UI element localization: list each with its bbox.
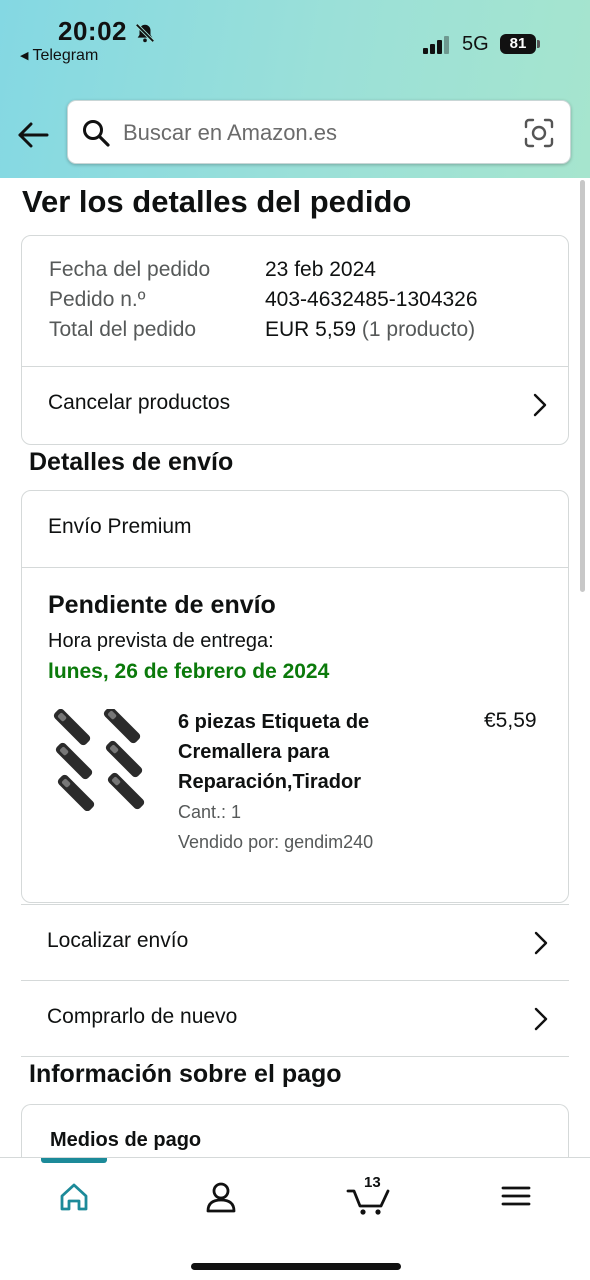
shipping-section-title: Detalles de envío [29,448,234,476]
camera-scan-icon[interactable] [524,118,554,148]
home-icon [60,1183,88,1211]
product-image[interactable] [52,709,152,811]
back-arrow-icon[interactable] [16,118,50,152]
product-title-link[interactable]: 6 piezas Etiqueta de Cremallera para Rep… [178,707,438,797]
search-icon [83,120,110,147]
buy-again-row[interactable]: Comprarlo de nuevo [21,980,569,1056]
header: 20:02 ◀ Telegram 5G 81 [0,0,590,178]
battery-icon: 81 [500,34,540,54]
order-total-amount: EUR 5,59 [265,318,357,341]
bottom-nav: 13 [0,1157,590,1280]
eta-date: lunes, 26 de febrero de 2024 [48,660,330,683]
signal-icon [423,36,449,54]
product-price: €5,59 [484,709,537,732]
chevron-right-icon [534,1007,548,1031]
track-shipment-label: Localizar envío [47,929,189,952]
nav-home[interactable] [45,1174,105,1218]
cart-count-badge: 13 [364,1174,381,1191]
chevron-right-icon [533,393,547,417]
product-quantity: Cant.: 1 [178,802,242,822]
bell-muted-icon [135,23,155,43]
account-icon [206,1182,236,1213]
home-indicator[interactable] [191,1263,401,1270]
nav-cart[interactable]: 13 [342,1174,402,1218]
track-shipment-row[interactable]: Localizar envío [21,904,569,980]
network-label: 5G [462,33,489,55]
search-input[interactable] [123,116,503,150]
chevron-right-icon [534,931,548,955]
cancel-products-row[interactable]: Cancelar productos [22,367,568,443]
back-triangle-icon: ◀ [20,50,29,62]
order-summary-card: Fecha del pedido 23 feb 2024 Pedido n.º … [21,235,569,445]
scrollbar[interactable] [580,180,585,592]
order-date-label: Fecha del pedido [49,258,211,281]
shipping-status: Pendiente de envío [48,591,276,619]
eta-label: Hora prevista de entrega: [48,630,274,652]
order-total-value: EUR 5,59 (1 producto) [265,318,475,342]
battery-cap [537,40,540,48]
active-tab-indicator [41,1158,107,1163]
divider [21,1056,569,1057]
nav-account[interactable] [192,1174,252,1218]
shipping-type: Envío Premium [48,515,192,538]
search-bar[interactable] [67,100,571,164]
page-title: Ver los detalles del pedido [22,184,412,219]
buy-again-label: Comprarlo de nuevo [47,1005,238,1028]
product-seller: Vendido por: gendim240 [178,832,374,852]
status-time: 20:02 [58,16,127,46]
back-app-label: Telegram [32,47,99,64]
shipping-card: Envío Premium Pendiente de envío Hora pr… [21,490,569,903]
payment-section-title: Información sobre el pago [29,1060,342,1088]
order-number-label: Pedido n.º [49,288,146,311]
payment-methods-title: Medios de pago [50,1129,202,1151]
back-to-app[interactable]: ◀ Telegram [20,47,98,65]
nav-menu[interactable] [486,1174,546,1218]
order-total-items: (1 producto) [361,318,476,341]
order-number-value: 403-4632485-1304326 [265,288,478,311]
order-date-value: 23 feb 2024 [265,258,376,281]
order-total-label: Total del pedido [49,318,197,341]
divider [22,567,568,568]
menu-icon [501,1186,531,1206]
battery-level: 81 [500,34,536,54]
cancel-products-label: Cancelar productos [48,391,231,414]
